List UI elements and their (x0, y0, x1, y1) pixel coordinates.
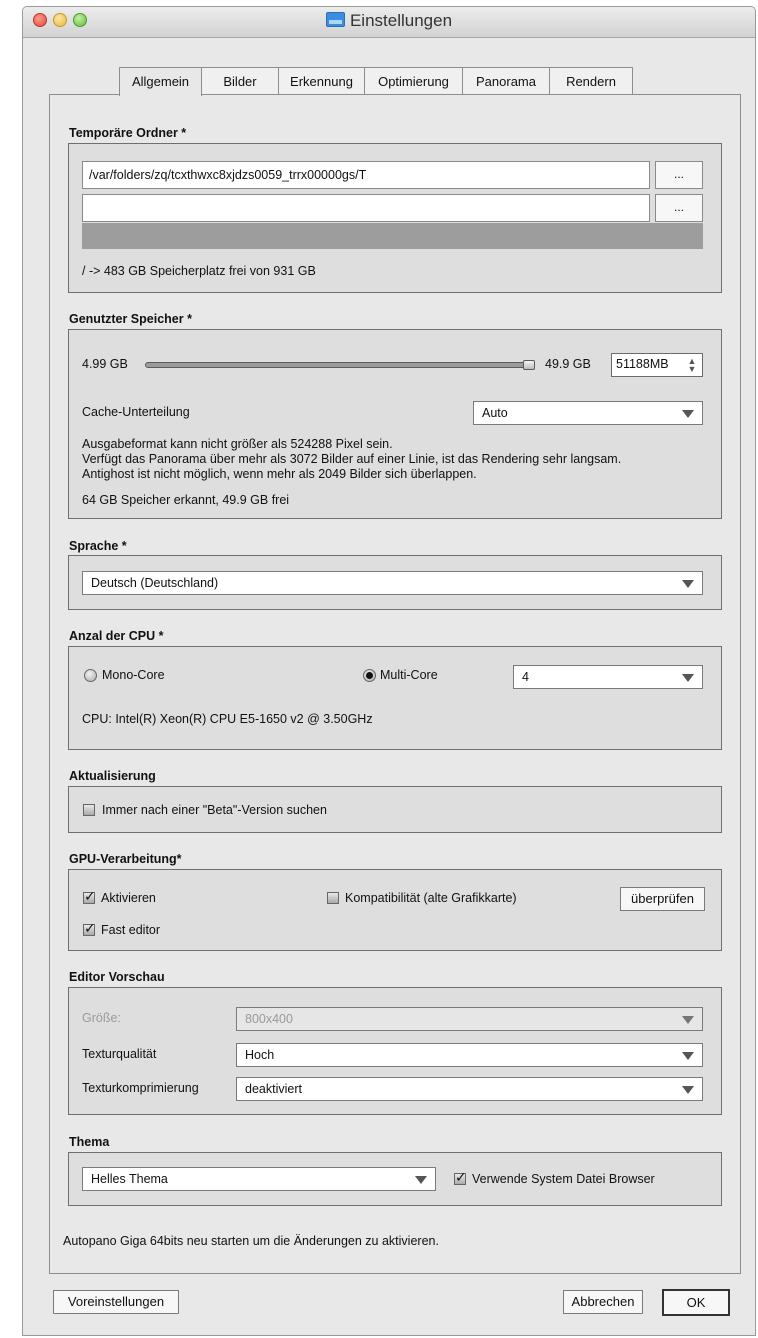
fast-editor-label: Fast editor (101, 923, 161, 937)
cpu-cores-select[interactable]: 4 (513, 665, 703, 689)
memory-slider-track[interactable] (145, 362, 535, 368)
memory-title: Genutzter Speicher * (69, 312, 192, 326)
preferences-window: Einstellungen Allgemein Bilder Erkennung… (22, 6, 756, 1336)
beta-label: Immer nach einer "Beta"-Version suchen (102, 803, 327, 817)
memory-stepper-value: 51188MB (616, 357, 669, 371)
chevron-down-icon (682, 674, 694, 682)
theme-title: Thema (69, 1135, 110, 1149)
fast-editor-checkbox[interactable] (83, 920, 96, 937)
chevron-down-icon (415, 1176, 427, 1184)
gpu-title: GPU-Verarbeitung* (69, 852, 182, 866)
preview-title: Editor Vorschau (69, 970, 165, 984)
ok-button[interactable]: OK (662, 1289, 730, 1316)
cpu-info: CPU: Intel(R) Xeon(R) CPU E5-1650 v2 @ 3… (82, 712, 373, 726)
system-browser-checkbox[interactable] (454, 1169, 467, 1186)
memory-info-2: Verfügt das Panorama über mehr als 3072 … (82, 452, 622, 466)
update-box: Immer nach einer "Beta"-Version suchen (68, 786, 722, 833)
temp-folders-box: /var/folders/zq/tcxthwxc8xjdzs0059_trrx0… (68, 143, 722, 293)
preview-box: Größe: 800x400 Texturqualität Hoch Textu… (68, 987, 722, 1115)
tab-bilder[interactable]: Bilder (201, 67, 279, 94)
tab-rendern[interactable]: Rendern (549, 67, 633, 94)
chevron-down-icon (682, 1052, 694, 1060)
beta-checkbox[interactable] (83, 804, 95, 816)
theme-select[interactable]: Helles Thema (82, 1167, 436, 1191)
tab-bar: Allgemein Bilder Erkennung Optimierung P… (119, 67, 633, 96)
memory-slider-thumb[interactable] (523, 360, 535, 370)
language-select[interactable]: Deutsch (Deutschland) (82, 571, 703, 595)
temp-folders-title: Temporäre Ordner * (69, 126, 187, 140)
tab-panorama[interactable]: Panorama (462, 67, 550, 94)
texture-quality-label: Texturqualität (82, 1047, 157, 1061)
temp-folder-path-1[interactable]: /var/folders/zq/tcxthwxc8xjdzs0059_trrx0… (82, 161, 650, 189)
mono-core-radio[interactable] (84, 669, 97, 682)
system-browser-label: Verwende System Datei Browser (472, 1172, 655, 1186)
texture-quality-select[interactable]: Hoch (236, 1043, 703, 1067)
gpu-box: Aktivieren Kompatibilität (alte Grafikka… (68, 869, 722, 951)
mono-core-label: Mono-Core (102, 668, 165, 682)
memory-stepper[interactable]: 51188MB ▲ ▼ (611, 353, 703, 377)
texture-compression-select[interactable]: deaktiviert (236, 1077, 703, 1101)
memory-min-label: 4.99 GB (82, 357, 128, 371)
cpu-cores-value: 4 (522, 670, 529, 684)
preview-size-select: 800x400 (236, 1007, 703, 1031)
preview-size-label: Größe: (82, 1011, 121, 1025)
texture-quality-value: Hoch (245, 1048, 275, 1062)
language-select-value: Deutsch (Deutschland) (91, 576, 219, 590)
defaults-button[interactable]: Voreinstellungen (53, 1290, 179, 1314)
cpu-box: Mono-Core Multi-Core 4 CPU: Intel(R) Xeo… (68, 646, 722, 750)
gpu-compat-label: Kompatibilität (alte Grafikkarte) (345, 891, 517, 905)
language-title: Sprache * (69, 539, 127, 553)
gpu-check-button[interactable]: überprüfen (620, 887, 705, 911)
gpu-activate-checkbox[interactable] (83, 888, 96, 905)
cancel-button[interactable]: Abbrechen (563, 1290, 643, 1314)
cpu-title: Anzal der CPU * (69, 629, 164, 643)
chevron-down-icon (682, 410, 694, 418)
chevron-down-icon (682, 1016, 694, 1024)
memory-info-1: Ausgabeformat kann nicht größer als 5242… (82, 437, 393, 451)
texture-compression-label: Texturkomprimierung (82, 1081, 199, 1095)
gpu-compat-checkbox[interactable] (327, 892, 339, 904)
temp-folder-path-2[interactable] (82, 194, 650, 222)
memory-detected: 64 GB Speicher erkannt, 49.9 GB frei (82, 493, 290, 507)
theme-select-value: Helles Thema (91, 1172, 168, 1186)
chevron-down-icon (682, 580, 694, 588)
multi-core-radio[interactable] (363, 669, 376, 682)
window-title: Einstellungen (349, 11, 453, 30)
chevron-down-icon (682, 1086, 694, 1094)
texture-compression-value: deaktiviert (245, 1082, 302, 1096)
cache-label: Cache-Unterteilung (82, 405, 190, 419)
tab-allgemein[interactable]: Allgemein (119, 67, 202, 96)
cache-select[interactable]: Auto (473, 401, 703, 425)
free-space-text: / -> 483 GB Speicherplatz frei von 931 G… (82, 264, 316, 278)
tab-erkennung[interactable]: Erkennung (278, 67, 365, 94)
update-title: Aktualisierung (69, 769, 156, 783)
preview-size-value: 800x400 (245, 1012, 293, 1026)
memory-box: 4.99 GB 49.9 GB 51188MB ▲ ▼ Cache-Unterte… (68, 329, 722, 519)
folder-list-placeholder (82, 223, 703, 249)
browse-button-2[interactable]: ... (655, 194, 703, 222)
memory-info-3: Antighost ist nicht möglich, wenn mehr a… (82, 467, 477, 481)
app-icon (325, 12, 345, 27)
restart-note: Autopano Giga 64bits neu starten um die … (63, 1234, 439, 1248)
title-bar: Einstellungen (23, 7, 755, 38)
memory-max-label: 49.9 GB (545, 357, 591, 371)
browse-button-1[interactable]: ... (655, 161, 703, 189)
multi-core-label: Multi-Core (380, 668, 438, 682)
gpu-activate-label: Aktivieren (101, 891, 156, 905)
tab-optimierung[interactable]: Optimierung (364, 67, 463, 94)
theme-box: Helles Thema Verwende System Datei Brows… (68, 1152, 722, 1206)
window-title-wrap: Einstellungen (23, 11, 755, 31)
stepper-arrows-icon[interactable]: ▲ ▼ (685, 357, 699, 374)
cache-select-value: Auto (482, 406, 508, 420)
language-box: Deutsch (Deutschland) (68, 555, 722, 610)
